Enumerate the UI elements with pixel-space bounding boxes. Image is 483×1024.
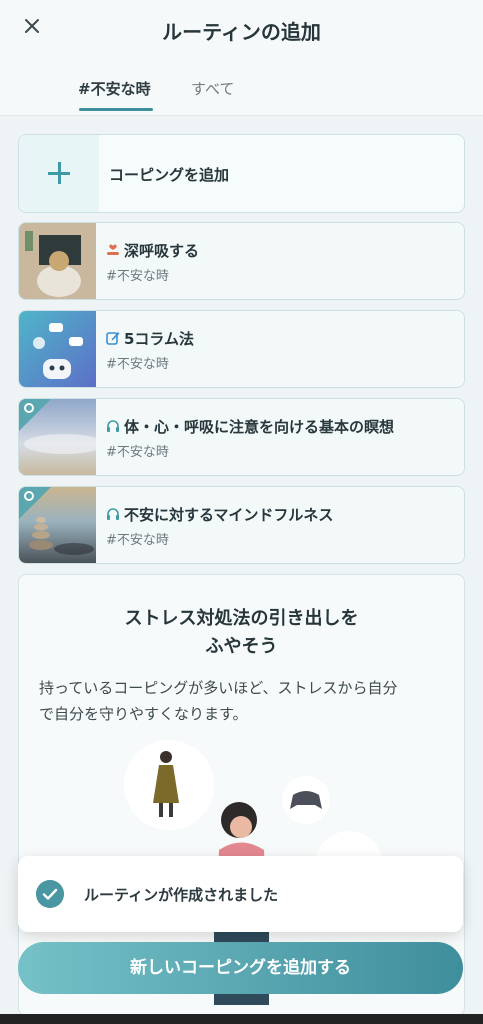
active-tab-indicator [79,108,153,111]
bottom-edge [0,1014,483,1024]
toast-label: ルーティンが作成されました [84,886,279,904]
ribbon-icon [24,491,34,501]
tab-all[interactable]: すべて [191,78,234,99]
premium-badge [19,487,51,519]
item-title: 5コラム法 [106,328,194,349]
list-item[interactable]: 5コラム法 #不安な時 [18,310,465,388]
page-title: ルーティンの追加 [162,20,321,44]
item-title: 体・心・呼吸に注意を向ける基本の瞑想 [106,416,394,437]
check-circle-icon [36,880,64,908]
hand-heart-icon [107,244,119,255]
thumbnail-deep-breath [19,223,96,299]
item-tag: #不安な時 [106,269,169,284]
item-tag: #不安な時 [106,533,169,548]
info-title: ストレス対処法の引き出しを ふやそう [124,608,359,657]
add-coping-button[interactable]: コーピングを追加 [18,134,465,213]
info-body: 持っているコーピングが多いほど、ストレスから自分 で自分を守りやすくなります。 [39,679,398,723]
header: ルーティンの追加 #不安な時 すべて [0,0,483,116]
add-coping-icon-area [19,135,99,212]
item-tag: #不安な時 [106,445,169,460]
item-title: 不安に対するマインドフルネス [106,504,333,525]
list-item[interactable]: 体・心・呼吸に注意を向ける基本の瞑想 #不安な時 [18,398,465,476]
ribbon-icon [24,403,34,413]
edit-icon [106,332,120,345]
add-new-coping-button[interactable]: 新しいコーピングを追加する [18,942,463,994]
item-title: 深呼吸する [106,240,199,261]
premium-badge [19,399,51,431]
list-item[interactable]: 不安に対するマインドフルネス #不安な時 [18,486,465,564]
headphones-icon [107,508,119,520]
item-tag: #不安な時 [106,357,169,372]
list-item[interactable]: 深呼吸する #不安な時 [18,222,465,300]
headphones-icon [107,420,119,432]
add-coping-label: コーピングを追加 [109,166,230,184]
thumbnail-column-method [19,311,96,387]
toast-notification: ルーティンが作成されました [18,856,463,932]
tab-anxious[interactable]: #不安な時 [78,78,151,99]
